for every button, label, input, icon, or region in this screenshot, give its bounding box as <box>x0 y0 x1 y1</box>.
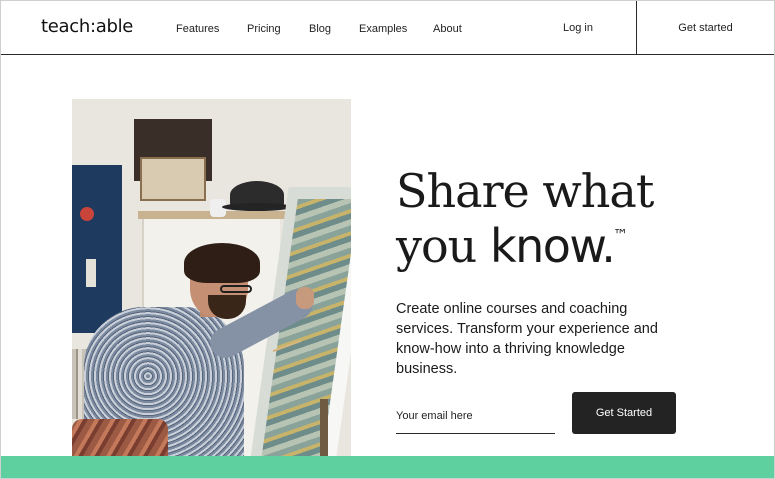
login-link[interactable]: Log in <box>563 22 593 34</box>
image-detail <box>80 207 94 221</box>
site-header: teach:able Features Pricing Blog Example… <box>1 1 774 55</box>
image-detail <box>296 287 314 309</box>
image-detail <box>222 203 292 211</box>
image-detail <box>86 259 96 287</box>
nav-features[interactable]: Features <box>176 23 219 35</box>
hero-headline: Share what you know. <box>396 164 696 274</box>
header-get-started-button[interactable]: Get started <box>637 1 774 55</box>
page-frame: teach:able Features Pricing Blog Example… <box>0 0 775 479</box>
nav-pricing[interactable]: Pricing <box>247 23 281 35</box>
hero-description: Create online courses and coaching servi… <box>396 301 658 377</box>
image-detail <box>140 157 206 201</box>
green-accent-band <box>1 456 774 478</box>
hero-get-started-button[interactable]: Get Started <box>572 392 676 434</box>
nav-examples[interactable]: Examples <box>359 23 407 35</box>
headline-line-1: Share what <box>396 164 654 218</box>
image-blue-painting <box>72 165 122 333</box>
hero-image-artist-painting <box>72 99 351 478</box>
headline-line-2-bold: know. <box>489 219 616 273</box>
nav-about[interactable]: About <box>433 23 462 35</box>
nav-blog[interactable]: Blog <box>309 23 331 35</box>
teachable-logo[interactable]: teach:able <box>41 16 133 37</box>
headline-line-2-regular: you <box>396 219 490 273</box>
image-detail <box>220 285 252 293</box>
email-input[interactable] <box>396 399 555 434</box>
trademark-symbol: ™ <box>613 226 628 244</box>
image-detail <box>184 243 260 283</box>
